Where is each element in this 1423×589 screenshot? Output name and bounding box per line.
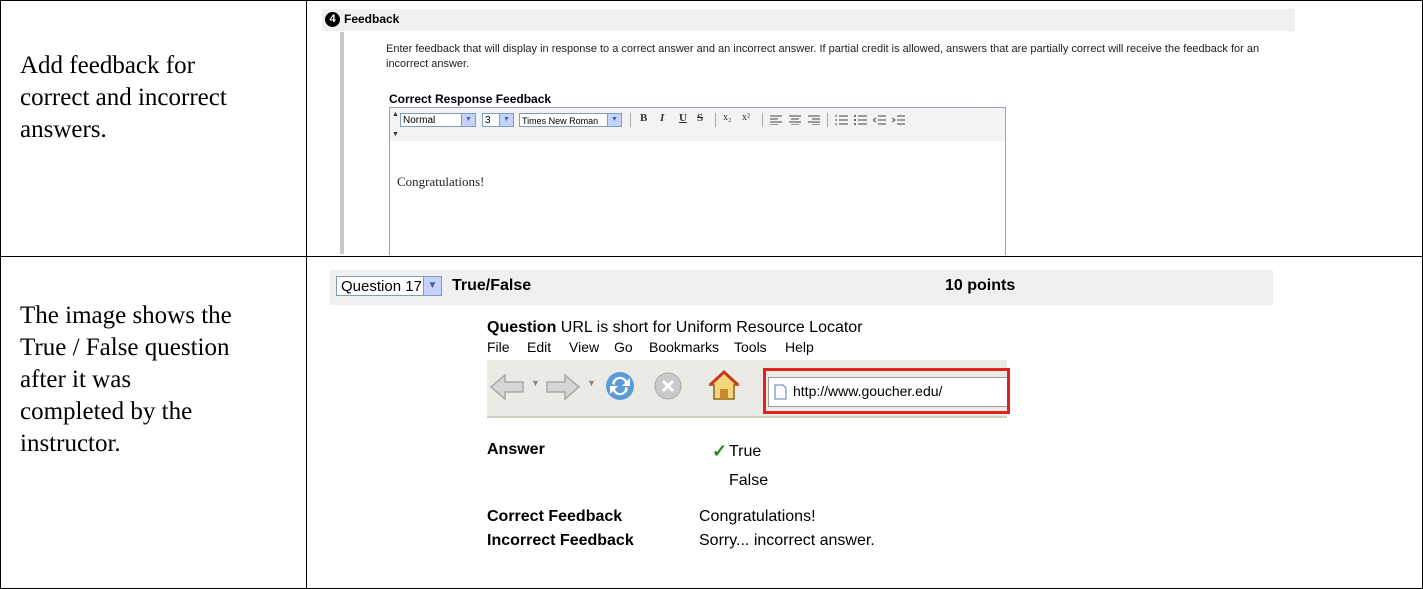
editor-toolbar: ▲ ▼ Normal ▼ 3 ▼ Times New Roman ▼ B I U … [390, 108, 1005, 141]
align-left-icon[interactable] [770, 115, 782, 125]
menu-item-file: File [487, 339, 510, 355]
question-text: URL is short for Uniform Resource Locato… [560, 319, 863, 336]
reload-icon [606, 372, 634, 400]
toolbar-separator [630, 113, 631, 127]
question-text-row: Question URL is short for Uniform Resour… [487, 319, 863, 337]
question-type: True/False [452, 277, 532, 294]
rich-text-editor[interactable]: ▲ ▼ Normal ▼ 3 ▼ Times New Roman ▼ B I U … [389, 107, 1006, 255]
toolbar-collapse-icon[interactable]: ▲ ▼ [392, 110, 399, 140]
table-border-top [0, 0, 1423, 1]
incorrect-feedback-value: Sorry... incorrect answer. [699, 532, 875, 549]
question-points: 10 points [945, 277, 1016, 294]
instruction-line: Add feedback for [20, 52, 195, 79]
bullet-list-icon[interactable] [854, 114, 867, 126]
instruction-line: after it was [20, 366, 132, 393]
menu-item-go: Go [614, 339, 633, 355]
subscript-button[interactable]: x₂ [723, 112, 732, 123]
editor-content[interactable]: Congratulations! [397, 174, 484, 190]
url-highlight-box [763, 368, 1010, 414]
question-label: Question [487, 319, 557, 336]
font-size-select[interactable]: 3 ▼ [482, 113, 514, 127]
correct-feedback-label: Correct Feedback [487, 508, 623, 525]
chevron-down-icon: ▼ [607, 114, 621, 126]
instruction-line: The image shows the [20, 302, 232, 329]
menu-item-help: Help [785, 339, 814, 355]
answer-label: Answer [487, 441, 545, 458]
home-icon [708, 369, 740, 400]
paragraph-style-select[interactable]: Normal ▼ [400, 113, 476, 127]
incorrect-feedback-label: Incorrect Feedback [487, 532, 634, 549]
toolbar-separator [827, 113, 828, 127]
align-center-icon[interactable] [789, 115, 801, 125]
chevron-down-icon: ▼ [461, 114, 475, 126]
answer-option-false: False [729, 472, 769, 489]
correct-feedback-value: Congratulations! [699, 508, 816, 525]
forward-arrow-icon [546, 373, 581, 401]
font-size-value: 3 [485, 115, 491, 126]
align-right-icon[interactable] [808, 115, 820, 125]
instruction-line: True / False question [20, 334, 230, 361]
question-header: Question 17 ▼ True/False 10 points [330, 270, 1273, 305]
table-border-left [0, 0, 1, 589]
feedback-description: Enter feedback that will display in resp… [386, 43, 1260, 70]
menu-item-view: View [569, 339, 600, 355]
back-dropdown-icon: ▼ [531, 378, 540, 388]
browser-menu-bar: File Edit View Go Bookmarks Tools Help [487, 339, 1007, 359]
feedback-section-header: 4 Feedback [322, 9, 1295, 31]
strikethrough-button[interactable]: S [697, 112, 703, 124]
answer-option-true: True [729, 443, 762, 460]
question-number-select[interactable]: Question 17 ▼ [336, 276, 442, 296]
menu-item-bookmarks: Bookmarks [649, 339, 720, 355]
toolbar-separator [715, 113, 716, 127]
numbered-list-icon[interactable] [835, 114, 848, 126]
italic-button[interactable]: I [660, 112, 664, 124]
font-family-value: Times New Roman [522, 116, 599, 126]
forward-dropdown-icon: ▼ [587, 378, 596, 388]
section-gutter [340, 32, 344, 254]
instruction-line: instructor. [20, 430, 121, 457]
correct-check-icon: ✓ [712, 441, 728, 461]
paragraph-style-value: Normal [403, 115, 436, 126]
row1-instruction: Add feedback for correct and incorrect a… [20, 51, 227, 145]
section-title: Feedback [344, 12, 400, 26]
font-family-select[interactable]: Times New Roman ▼ [519, 113, 622, 127]
underline-button[interactable]: U [679, 112, 687, 124]
toolbar-separator [762, 113, 763, 127]
outdent-icon[interactable] [873, 114, 886, 126]
chevron-down-icon: ▼ [499, 114, 513, 126]
back-arrow-icon [489, 373, 524, 401]
superscript-button[interactable]: x² [742, 112, 750, 123]
step-number-badge: 4 [325, 12, 340, 27]
chevron-down-icon: ▼ [423, 277, 441, 295]
question-number-value: Question 17 [341, 278, 422, 295]
row2-instruction: The image shows the True / False questio… [20, 301, 232, 459]
instruction-line: correct and incorrect [20, 84, 227, 111]
menu-item-edit: Edit [527, 339, 552, 355]
table-column-divider [306, 0, 307, 589]
stop-icon [654, 372, 682, 400]
instruction-line: completed by the [20, 398, 193, 425]
correct-response-feedback-label: Correct Response Feedback [389, 92, 552, 106]
bold-button[interactable]: B [640, 112, 647, 124]
menu-item-tools: Tools [734, 339, 767, 355]
indent-icon[interactable] [892, 114, 905, 126]
table-row-divider [0, 256, 1423, 257]
instruction-line: answers. [20, 116, 107, 143]
